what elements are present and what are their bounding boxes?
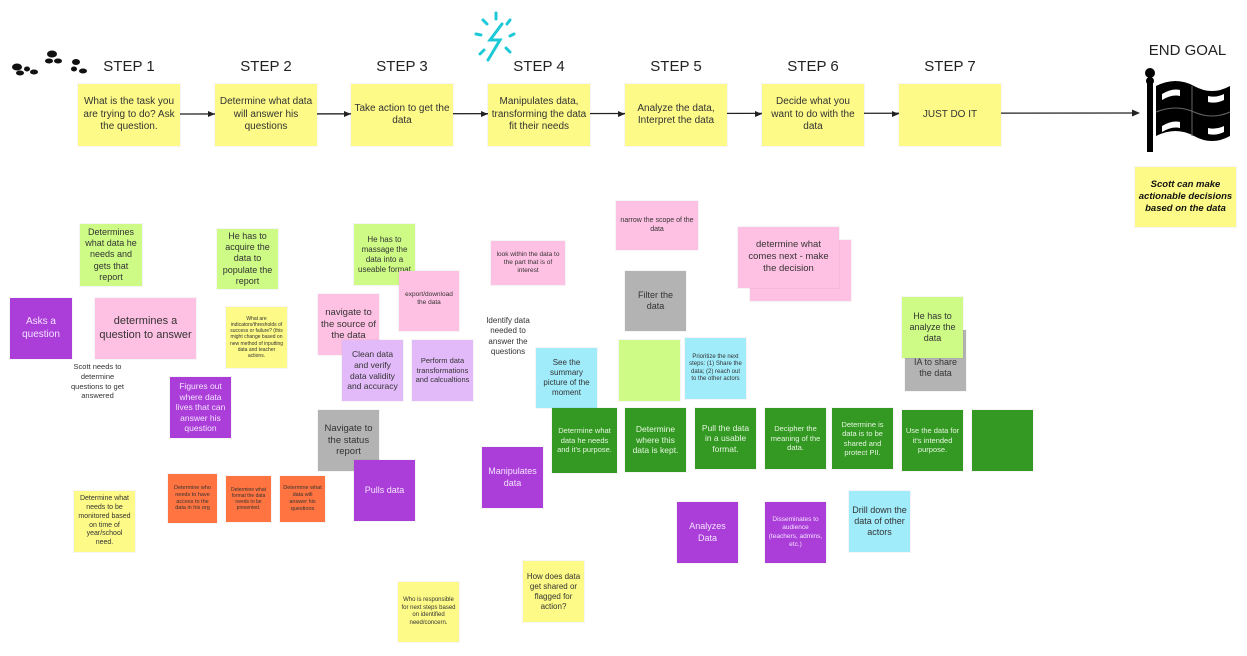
sticky-note[interactable]: Decipher the meaning of the data. xyxy=(765,408,826,469)
sticky-note-empty[interactable] xyxy=(972,410,1033,471)
sticky-note[interactable]: How does data get shared or flagged for … xyxy=(523,561,584,622)
sticky-note[interactable]: Determine who needs to have access to th… xyxy=(168,474,217,523)
step-note[interactable]: Determine what data will answer his ques… xyxy=(215,84,317,146)
sticky-note[interactable]: Pulls data xyxy=(354,460,415,521)
sticky-note[interactable]: Drill down the data of other actors xyxy=(849,491,910,552)
sticky-note[interactable]: Prioritize the next steps: (1) Share the… xyxy=(685,338,746,399)
sticky-note[interactable]: Determine what data will answer his ques… xyxy=(280,476,325,522)
step-note[interactable]: Manipulates data, transforming the data … xyxy=(488,84,590,146)
step-label: STEP 7 xyxy=(924,58,976,75)
step-note[interactable]: Take action to get the data xyxy=(351,84,453,146)
flow-arrow xyxy=(179,109,1140,117)
sticky-note[interactable]: He has to analyze the data xyxy=(902,297,963,358)
sticky-note[interactable]: Determine where this data is kept. xyxy=(625,408,686,472)
step-note[interactable]: What is the task you are trying to do? A… xyxy=(78,84,180,146)
step-label: STEP 1 xyxy=(103,58,155,75)
sticky-note[interactable]: determines a question to answer xyxy=(95,298,196,359)
step-label: STEP 4 xyxy=(513,58,565,75)
sticky-note[interactable]: narrow the scope of the data xyxy=(616,201,698,250)
sticky-note[interactable]: Pull the data in a usable format. xyxy=(695,408,756,469)
sticky-note[interactable]: Determine what format the data needs to … xyxy=(226,476,271,522)
sticky-note[interactable]: See the summary picture of the moment xyxy=(536,348,597,408)
sticky-note[interactable]: Determine what data he needs and it's pu… xyxy=(552,408,617,473)
sticky-note[interactable]: Determines what data he needs and gets t… xyxy=(80,224,142,286)
step-note[interactable]: Decide what you want to do with the data xyxy=(762,84,864,146)
sticky-note[interactable]: Clean data and verify data validity and … xyxy=(342,340,403,401)
sticky-note[interactable]: Perform data transformations and calcual… xyxy=(412,340,473,401)
sticky-note[interactable]: determine what comes next - make the dec… xyxy=(738,227,839,288)
sticky-note[interactable]: Disseminates to audience (teachers, admi… xyxy=(765,502,826,563)
step-label: STEP 6 xyxy=(787,58,839,75)
step-label: STEP 5 xyxy=(650,58,702,75)
sticky-note[interactable]: Filter the data xyxy=(625,271,686,331)
sticky-note[interactable]: He has to acquire the data to populate t… xyxy=(217,229,278,289)
checkered-flag-icon xyxy=(1145,68,1231,152)
sticky-note[interactable]: Determine what needs to be monitored bas… xyxy=(74,491,135,552)
sticky-note[interactable]: look within the data to the part that is… xyxy=(491,241,565,285)
step-label: STEP 3 xyxy=(376,58,428,75)
step-label: STEP 2 xyxy=(240,58,292,75)
annotation-text: Identify data needed to answer the quest… xyxy=(486,316,530,357)
end-goal-note[interactable]: Scott can make actionable decisions base… xyxy=(1135,167,1236,227)
end-goal-label: END GOAL xyxy=(1148,42,1227,59)
sticky-note-empty[interactable] xyxy=(619,340,680,401)
step-note[interactable]: JUST DO IT xyxy=(899,84,1001,146)
annotation-text: Scott needs to determine questions to ge… xyxy=(71,362,124,401)
sticky-note[interactable]: Analyzes Data xyxy=(677,502,738,563)
sticky-note[interactable]: Who is responsible for next steps based … xyxy=(398,582,459,642)
step-note[interactable]: Analyze the data, Interpret the data xyxy=(625,84,727,146)
sticky-note[interactable]: Figures out where data lives that can an… xyxy=(170,377,231,438)
sticky-note[interactable]: Use the data for it's intended purpose. xyxy=(902,410,963,471)
sticky-note[interactable]: export/download the data xyxy=(399,271,459,331)
sticky-note[interactable]: Determine is data is to be shared and pr… xyxy=(832,408,893,469)
sticky-note[interactable]: Asks a question xyxy=(10,298,72,359)
sticky-note[interactable]: Manipulates data xyxy=(482,447,543,508)
sticky-note[interactable]: What are indicators/thresholds of succes… xyxy=(226,307,287,368)
